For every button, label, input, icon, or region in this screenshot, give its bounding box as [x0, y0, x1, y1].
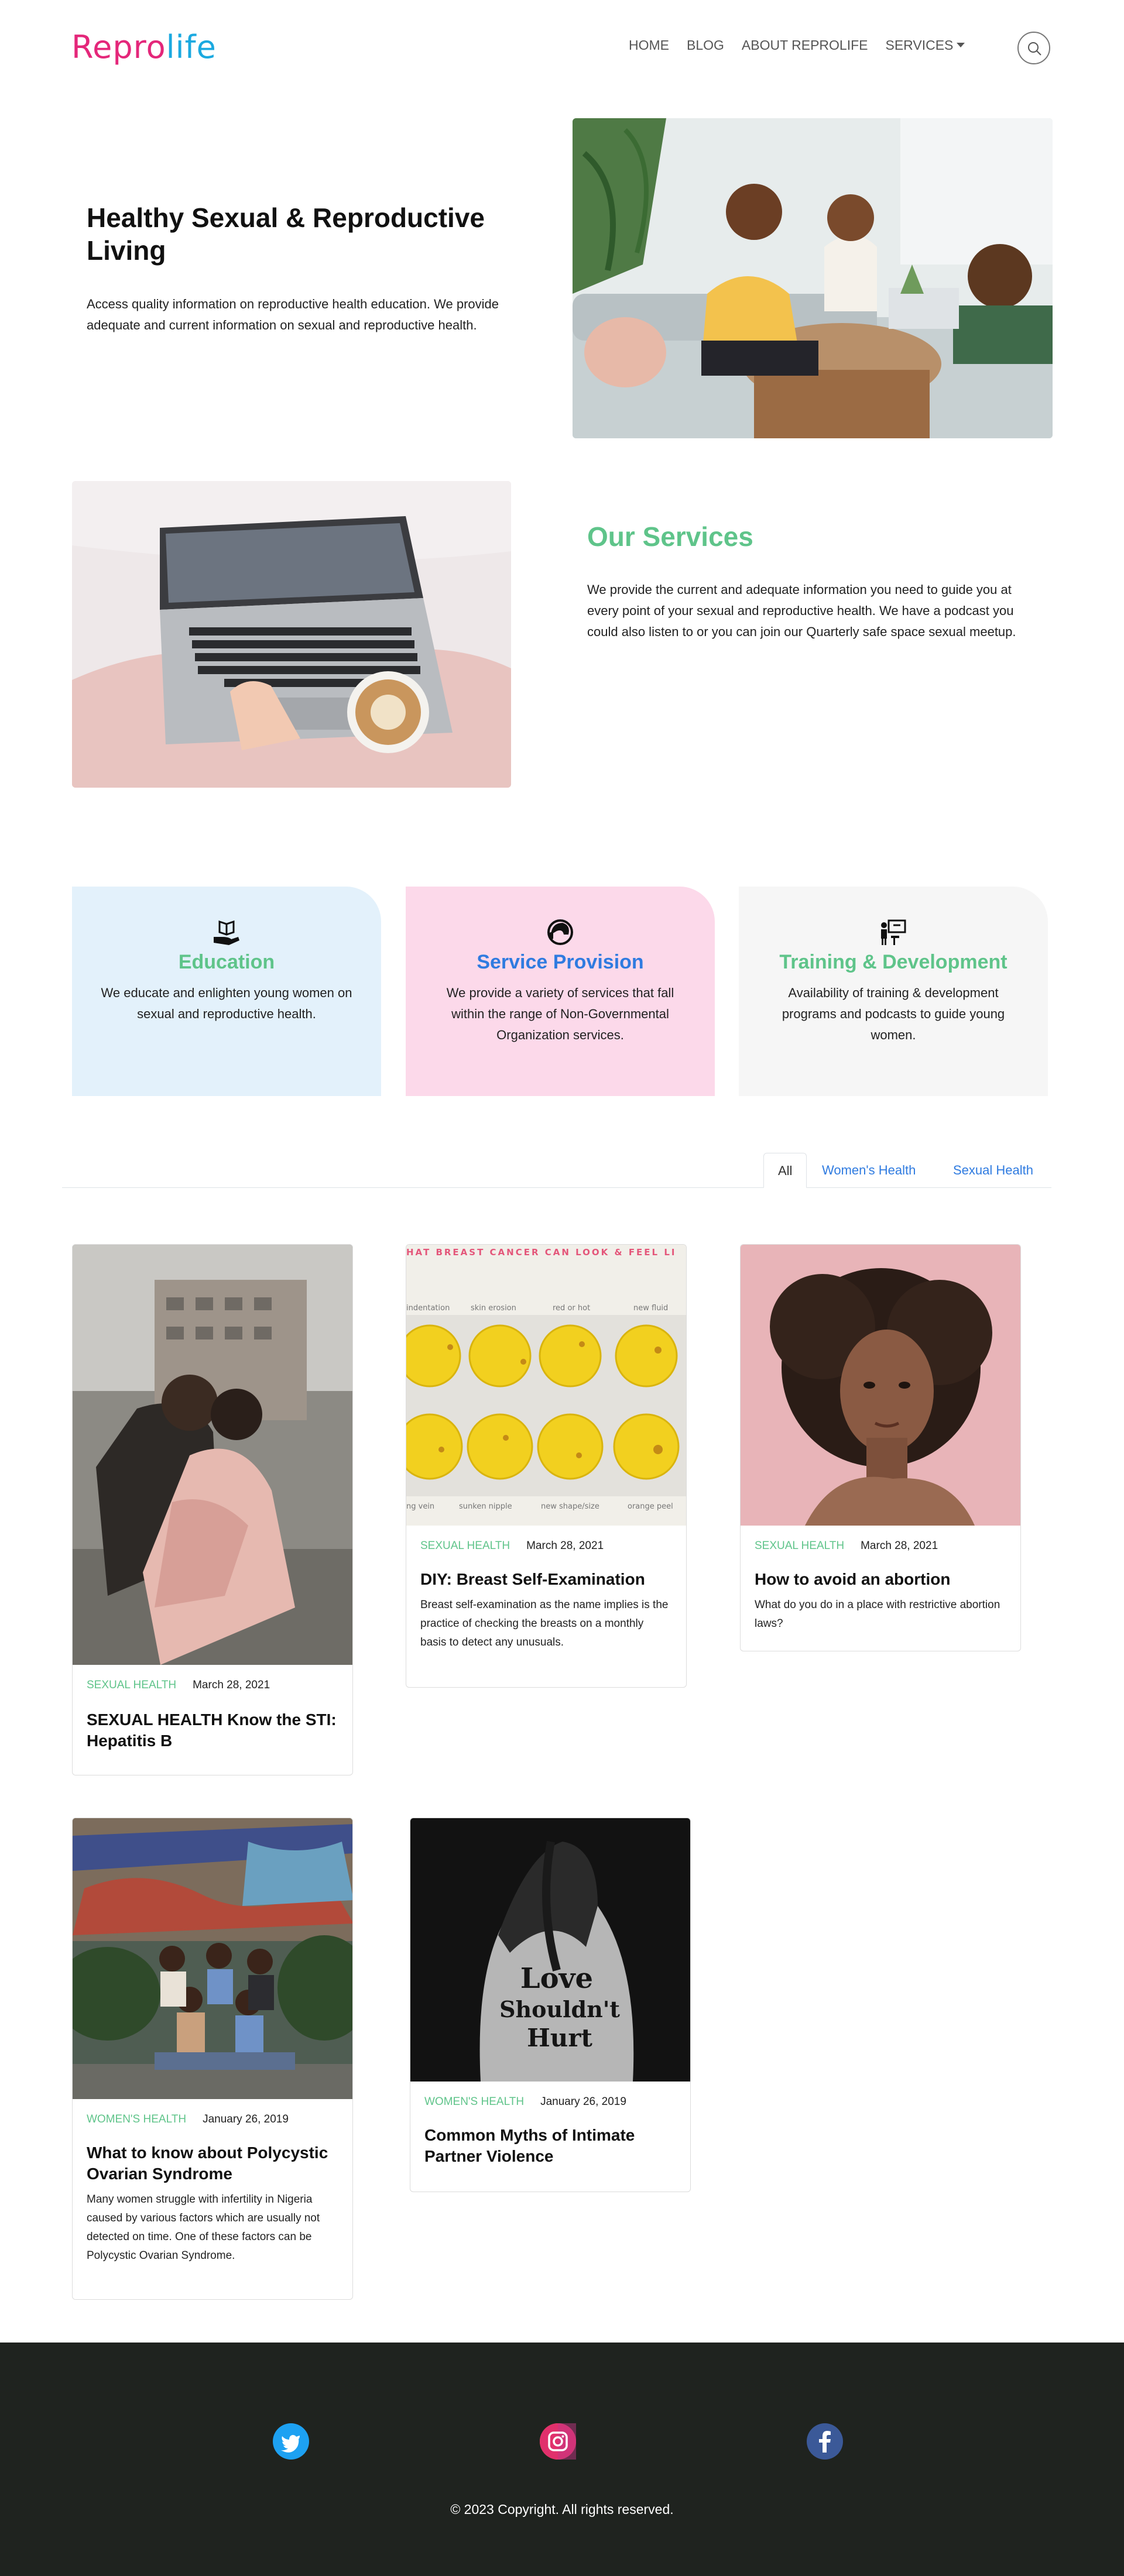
laptop-coffee-photo [72, 481, 511, 788]
post-date: January 26, 2019 [540, 2096, 626, 2108]
search-icon [1028, 42, 1041, 56]
nav-about[interactable]: ABOUT REPROLIFE [742, 37, 868, 53]
post-meta: WOMEN'S HEALTH January 26, 2019 [424, 2096, 626, 2108]
label-vein: ng vein [406, 1502, 434, 1511]
nav-services-label: SERVICES [885, 37, 954, 53]
post-date: January 26, 2019 [203, 2113, 289, 2125]
nav-services-dropdown[interactable]: SERVICES [886, 37, 965, 53]
feature-title: Service Provision [477, 951, 644, 973]
feature-card-service-provision: Service Provision We provide a variety o… [406, 887, 715, 1096]
logo-text-life: life [166, 29, 217, 66]
post-date: March 28, 2021 [526, 1540, 604, 1552]
feature-text: We provide a variety of services that fa… [446, 985, 674, 1042]
label-skin-erosion: skin erosion [471, 1304, 516, 1313]
poster-word-love: Love [520, 1962, 593, 1995]
navbar: Reprolife HOME BLOG ABOUT REPROLIFE SERV… [0, 0, 1124, 94]
poster-word-hurt: Hurt [527, 2024, 592, 2052]
hero-title: Healthy Sexual & Reproductive Living [87, 202, 485, 266]
twitter-icon [281, 2435, 300, 2453]
blog-card-avoid-abortion[interactable]: SEXUAL HEALTH March 28, 2021 How to avoid… [740, 1244, 1021, 1651]
hero-family-photo [573, 118, 1053, 438]
tab-all[interactable]: All [763, 1153, 807, 1188]
post-excerpt: Breast self-examination as the name impl… [420, 1599, 669, 1648]
label-orange-peel: orange peel [628, 1502, 673, 1511]
post-title[interactable]: How to avoid an abortion [755, 1569, 1006, 1590]
post-title[interactable]: Common Myths of Intimate Partner Violenc… [424, 2125, 676, 2167]
label-new-shape: new shape/size [541, 1502, 599, 1511]
post-date: March 28, 2021 [861, 1540, 938, 1552]
blog-card-ipv-myths[interactable]: Love Shouldn't Hurt WOMEN'S HEALTH Januar… [410, 1818, 691, 2192]
label-new-fluid: new fluid [633, 1304, 668, 1313]
copyright-text: © 2023 Copyright. All rights reserved. [450, 2502, 674, 2517]
blog-card-breast-self-exam[interactable]: HAT BREAST CANCER CAN LOOK & FEEL LI ind… [406, 1244, 687, 1688]
nav-home[interactable]: HOME [629, 37, 669, 53]
blog-card-hepatitis-b[interactable]: SEXUAL HEALTH March 28, 2021 SEXUAL HEALT… [72, 1244, 353, 1775]
post-category[interactable]: SEXUAL HEALTH [755, 1540, 844, 1552]
services-heading: Our Services [587, 521, 753, 552]
footer: © 2023 Copyright. All rights reserved. [0, 2343, 1124, 2576]
post-category[interactable]: WOMEN'S HEALTH [424, 2096, 524, 2108]
facebook-link[interactable] [807, 2423, 843, 2460]
facebook-icon [819, 2431, 831, 2453]
feature-title: Education [178, 951, 275, 973]
post-category[interactable]: SEXUAL HEALTH [420, 1540, 510, 1552]
logo-text-repr: Repr [71, 29, 146, 66]
book-hand-icon [214, 920, 239, 945]
post-excerpt: What do you do in a place with restricti… [755, 1599, 1000, 1630]
post-title[interactable]: SEXUAL HEALTH Know the STI: Hepatitis B [87, 1709, 338, 1751]
post-date: March 28, 2021 [193, 1679, 270, 1691]
feature-title: Training & Development [779, 951, 1008, 973]
nav-links: HOME BLOG ABOUT REPROLIFE SERVICES [629, 37, 965, 53]
feature-card-education: Education We educate and enlighten young… [72, 887, 381, 1096]
nav-blog[interactable]: BLOG [687, 37, 724, 53]
caret-down-icon [957, 43, 965, 47]
woman-portrait-photo [741, 1245, 1020, 1526]
post-meta: SEXUAL HEALTH March 28, 2021 [755, 1540, 938, 1553]
instagram-icon [540, 2423, 576, 2460]
post-excerpt: Many women struggle with infertility in … [87, 2193, 320, 2262]
poster-word-shouldnt: Shouldn't [499, 1996, 620, 2022]
post-title[interactable]: What to know about Polycystic Ovarian Sy… [87, 2142, 338, 2185]
instagram-link[interactable] [540, 2423, 576, 2460]
tab-womens-health[interactable]: Women's Health [808, 1153, 930, 1188]
post-title[interactable]: DIY: Breast Self-Examination [420, 1569, 672, 1590]
post-meta: SEXUAL HEALTH March 28, 2021 [420, 1540, 604, 1553]
label-sunken-nipple: sunken nipple [459, 1502, 512, 1511]
blog-card-pcos[interactable]: WOMEN'S HEALTH January 26, 2019 What to k… [72, 1818, 353, 2300]
post-category[interactable]: WOMEN'S HEALTH [87, 2113, 186, 2125]
logo-gender-symbol: o [146, 29, 166, 66]
twitter-link[interactable] [273, 2423, 309, 2460]
group-of-women-photo [73, 1818, 352, 2099]
post-meta: WOMEN'S HEALTH January 26, 2019 [87, 2113, 289, 2126]
tab-sexual-health[interactable]: Sexual Health [939, 1153, 1047, 1188]
presenter-icon [881, 919, 906, 945]
post-meta: SEXUAL HEALTH March 28, 2021 [87, 1679, 270, 1692]
services-text: We provide the current and adequate info… [587, 582, 1016, 639]
label-indentation: indentation [406, 1304, 450, 1313]
hero-text: Access quality information on reproducti… [87, 297, 499, 332]
feature-text: Availability of training & development p… [782, 985, 1005, 1042]
logo[interactable]: Reprolife [71, 27, 217, 68]
banner-text: HAT BREAST CANCER CAN LOOK & FEEL LI [406, 1247, 676, 1258]
search-button[interactable] [1017, 32, 1050, 64]
feature-card-training: Training & Development Availability of t… [739, 887, 1048, 1096]
couple-kissing-photo [73, 1245, 352, 1665]
label-red-or-hot: red or hot [553, 1304, 590, 1313]
post-category[interactable]: SEXUAL HEALTH [87, 1679, 176, 1691]
love-shouldnt-hurt-photo: Love Shouldn't Hurt [410, 1818, 690, 2082]
headset-person-icon [547, 919, 573, 945]
lemons-breast-cancer-photo: HAT BREAST CANCER CAN LOOK & FEEL LI ind… [406, 1245, 686, 1526]
feature-text: We educate and enlighten young women on … [101, 985, 352, 1021]
